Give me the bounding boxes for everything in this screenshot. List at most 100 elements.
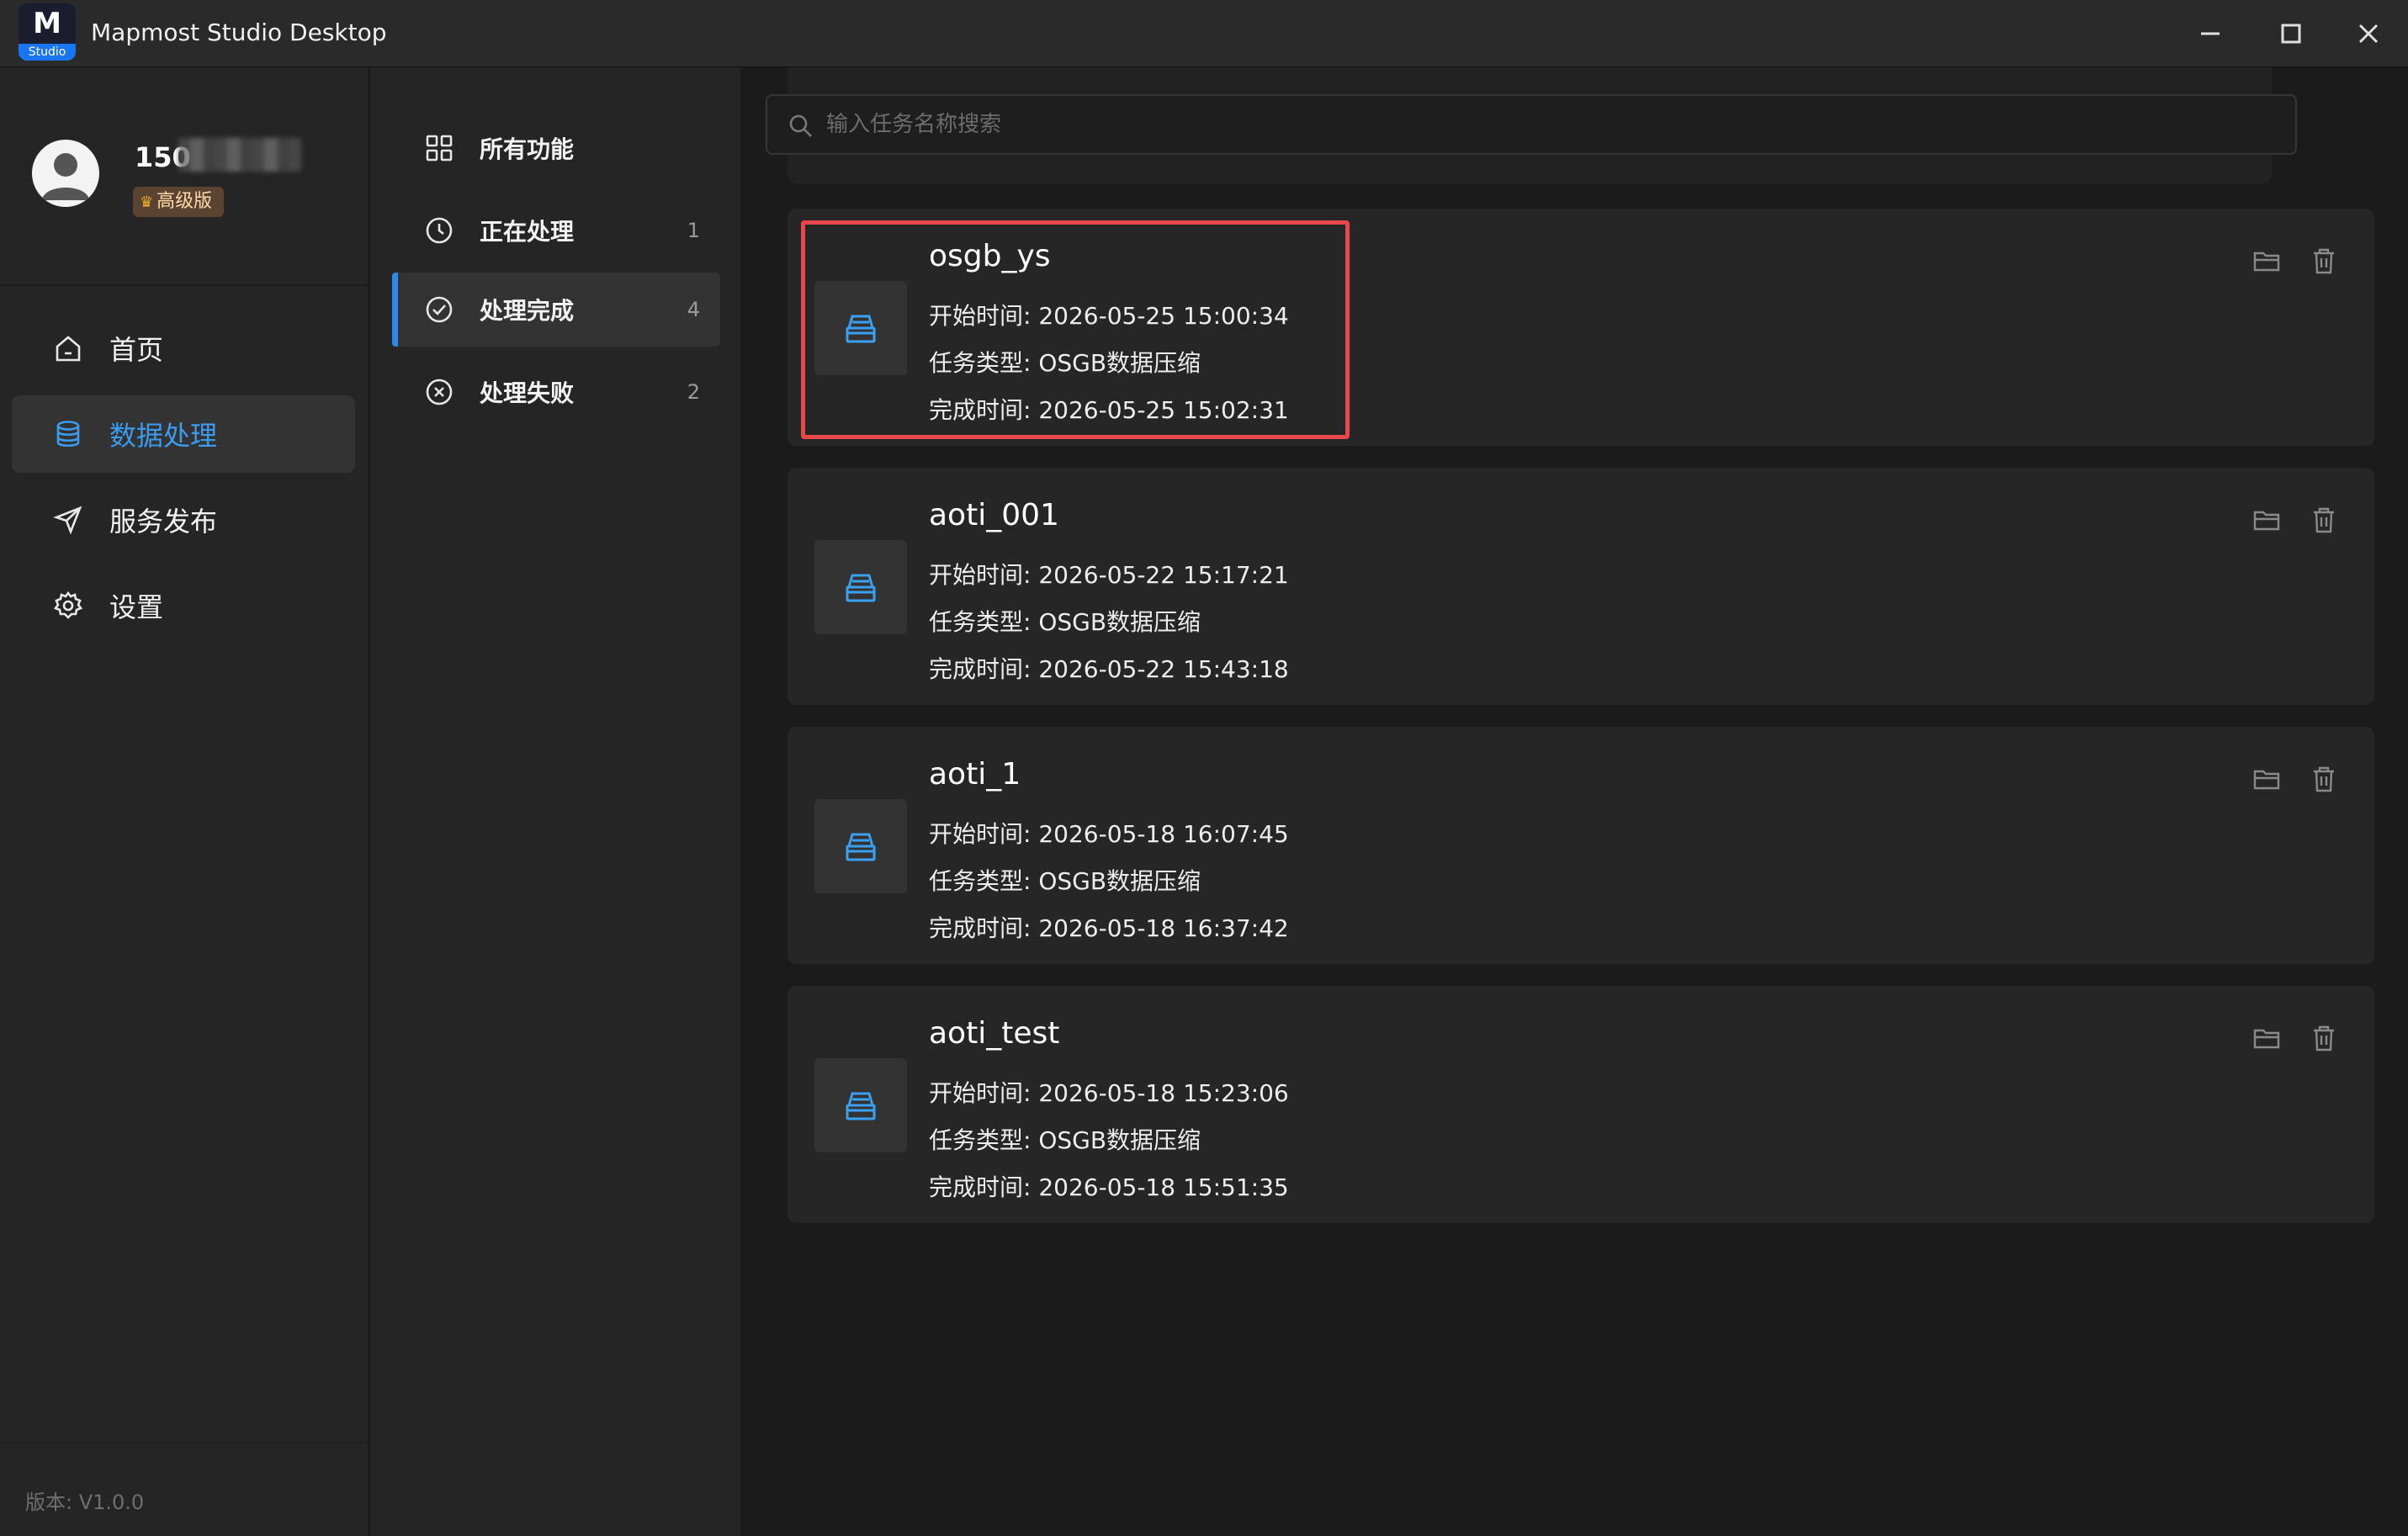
- user-profile: 150 ♛ 高级版: [0, 67, 369, 286]
- filter-label: 处理完成: [480, 297, 575, 325]
- filter-label: 正在处理: [480, 218, 575, 246]
- nav-item-label: 设置: [109, 591, 164, 623]
- filter-completed[interactable]: 处理完成 4: [392, 273, 720, 347]
- filter-count: 1: [687, 219, 700, 242]
- task-actions: [2252, 246, 2339, 276]
- archive-icon: [846, 574, 876, 602]
- filter-processing[interactable]: 正在处理 1: [392, 193, 720, 267]
- plan-badge-label: 高级版: [156, 191, 213, 212]
- filter-failed[interactable]: 处理失败 2: [392, 355, 720, 429]
- task-name: aoti_1: [929, 757, 1021, 792]
- home-icon: [52, 332, 84, 364]
- clock-icon: [424, 215, 454, 246]
- title-bar: M Studio Mapmost Studio Desktop: [0, 0, 2408, 67]
- version-label: 版本: V1.0.0: [25, 1491, 145, 1514]
- search-input[interactable]: [826, 96, 2273, 153]
- trash-icon: [2314, 248, 2334, 274]
- x-circle-icon: [424, 377, 454, 407]
- avatar[interactable]: [32, 140, 99, 207]
- nav-item-label: 数据处理: [109, 420, 218, 452]
- task-type: 任务类型: OSGB数据压缩: [929, 1126, 1201, 1154]
- database-icon: [52, 418, 84, 450]
- filter-count: 2: [687, 380, 700, 404]
- folder-icon: [2253, 1029, 2280, 1049]
- task-start-time: 开始时间: 2026-05-25 15:00:34: [929, 302, 1289, 330]
- task-type: 任务类型: OSGB数据压缩: [929, 867, 1201, 895]
- nav-item-service-publish[interactable]: 服务发布: [12, 481, 355, 559]
- app-window: M Studio Mapmost Studio Desktop 150 ♛ 高级…: [0, 0, 2408, 1536]
- trash-icon: [2314, 507, 2334, 533]
- open-folder-button[interactable]: [2252, 764, 2282, 794]
- task-end-time: 完成时间: 2026-05-18 16:37:42: [929, 914, 1289, 942]
- task-thumbnail: [814, 799, 907, 893]
- task-start-time: 开始时间: 2026-05-18 16:07:45: [929, 820, 1289, 848]
- task-type: 任务类型: OSGB数据压缩: [929, 608, 1201, 636]
- task-actions: [2252, 1023, 2339, 1053]
- open-folder-button[interactable]: [2252, 246, 2282, 276]
- task-end-time: 完成时间: 2026-05-22 15:43:18: [929, 655, 1289, 683]
- maximize-button[interactable]: [2253, 0, 2329, 67]
- nav-item-label: 首页: [109, 334, 164, 366]
- task-start-time: 开始时间: 2026-05-22 15:17:21: [929, 561, 1289, 589]
- delete-button[interactable]: [2309, 764, 2339, 794]
- task-list-panel: osgb_ys 开始时间: 2026-05-25 15:00:34 任务类型: …: [740, 67, 2408, 1536]
- task-thumbnail: [814, 1058, 907, 1152]
- delete-button[interactable]: [2309, 505, 2339, 535]
- delete-button[interactable]: [2309, 246, 2339, 276]
- open-folder-button[interactable]: [2252, 505, 2282, 535]
- nav-item-label: 服务发布: [109, 506, 218, 538]
- search-box[interactable]: [766, 94, 2297, 155]
- version-area: 版本: V1.0.0: [0, 1442, 369, 1536]
- close-icon: [2358, 24, 2379, 44]
- archive-icon: [846, 315, 876, 343]
- task-name: osgb_ys: [929, 239, 1051, 273]
- task-start-time: 开始时间: 2026-05-18 15:23:06: [929, 1079, 1289, 1107]
- logo-letter: M: [33, 7, 61, 40]
- send-icon: [52, 504, 84, 536]
- task-actions: [2252, 505, 2339, 535]
- task-card[interactable]: aoti_001 开始时间: 2026-05-22 15:17:21 任务类型:…: [788, 468, 2374, 705]
- task-actions: [2252, 764, 2339, 794]
- minimize-icon: [2201, 32, 2220, 35]
- folder-icon: [2253, 511, 2280, 531]
- filter-count: 4: [687, 298, 700, 321]
- app-logo: M Studio: [19, 3, 76, 61]
- folder-icon: [2253, 252, 2280, 272]
- nav-item-data-processing[interactable]: 数据处理: [12, 395, 355, 473]
- username-redacted: [178, 138, 301, 172]
- filter-all-functions[interactable]: 所有功能: [392, 111, 720, 185]
- task-card[interactable]: aoti_1 开始时间: 2026-05-18 16:07:45 任务类型: O…: [788, 727, 2374, 964]
- archive-icon: [846, 1092, 876, 1120]
- minimize-button[interactable]: [2172, 0, 2248, 67]
- folder-icon: [2253, 770, 2280, 790]
- task-card[interactable]: aoti_test 开始时间: 2026-05-18 15:23:06 任务类型…: [788, 986, 2374, 1223]
- task-end-time: 完成时间: 2026-05-25 15:02:31: [929, 396, 1289, 424]
- search-icon: [788, 113, 814, 143]
- task-thumbnail: [814, 540, 907, 634]
- trash-icon: [2314, 1025, 2334, 1051]
- task-thumbnail: [814, 281, 907, 375]
- main-sidebar: 150 ♛ 高级版 首页 数据处理 服务发布 设置 版本: V1.0.0: [0, 67, 369, 1536]
- task-type: 任务类型: OSGB数据压缩: [929, 349, 1201, 377]
- open-folder-button[interactable]: [2252, 1023, 2282, 1053]
- task-name: aoti_test: [929, 1016, 1060, 1051]
- plan-badge: ♛ 高级版: [133, 187, 225, 217]
- delete-button[interactable]: [2309, 1023, 2339, 1053]
- archive-icon: [846, 833, 876, 861]
- close-button[interactable]: [2331, 0, 2406, 67]
- crown-icon: ♛: [140, 193, 154, 211]
- task-card[interactable]: osgb_ys 开始时间: 2026-05-25 15:00:34 任务类型: …: [788, 209, 2374, 446]
- logo-studio-label: Studio: [19, 44, 76, 61]
- trash-icon: [2314, 766, 2334, 792]
- task-filter-menu: 所有功能 正在处理 1 处理完成 4 处理失败 2: [370, 67, 740, 1536]
- nav-item-home[interactable]: 首页: [12, 310, 355, 387]
- filter-label: 所有功能: [480, 135, 575, 163]
- user-avatar-icon: [42, 153, 89, 200]
- task-name: aoti_001: [929, 498, 1059, 532]
- filter-label: 处理失败: [480, 379, 575, 407]
- maximize-icon: [2281, 24, 2301, 44]
- window-title: Mapmost Studio Desktop: [91, 19, 387, 46]
- task-end-time: 完成时间: 2026-05-18 15:51:35: [929, 1173, 1289, 1201]
- nav-item-settings[interactable]: 设置: [12, 567, 355, 644]
- main-nav: 首页 数据处理 服务发布 设置: [12, 310, 355, 653]
